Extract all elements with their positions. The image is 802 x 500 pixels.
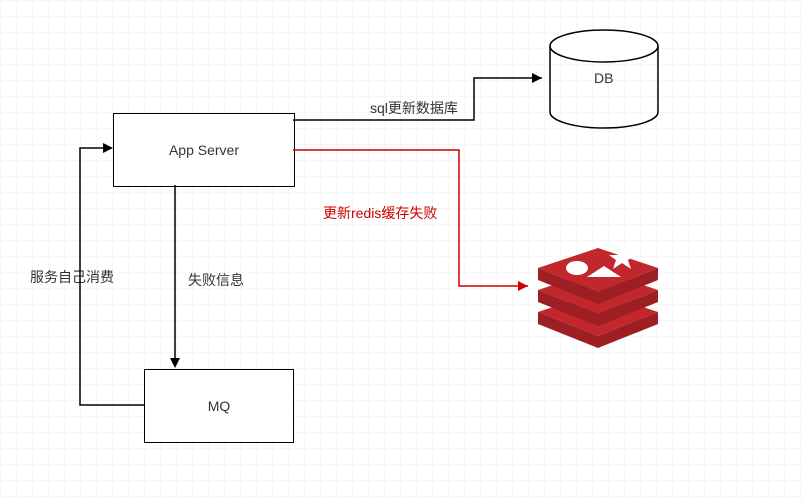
arrowhead-sql bbox=[532, 73, 542, 83]
arrowhead-self bbox=[103, 143, 113, 153]
sql-update-label: sql更新数据库 bbox=[370, 98, 458, 118]
app-server-label: App Server bbox=[169, 142, 239, 158]
mq-label: MQ bbox=[208, 398, 231, 414]
db-label: DB bbox=[594, 70, 613, 86]
mq-box: MQ bbox=[144, 369, 294, 443]
app-server-box: App Server bbox=[113, 113, 295, 187]
db-cylinder bbox=[0, 0, 802, 500]
redis-icon bbox=[0, 0, 802, 500]
redis-fail-label: 更新redis缓存失败 bbox=[323, 203, 437, 223]
fail-info-label: 失败信息 bbox=[188, 270, 244, 290]
arrowhead-mq bbox=[170, 358, 180, 368]
self-consume-label: 服务自己消费 bbox=[30, 267, 114, 287]
arrowhead-redis bbox=[518, 281, 528, 291]
